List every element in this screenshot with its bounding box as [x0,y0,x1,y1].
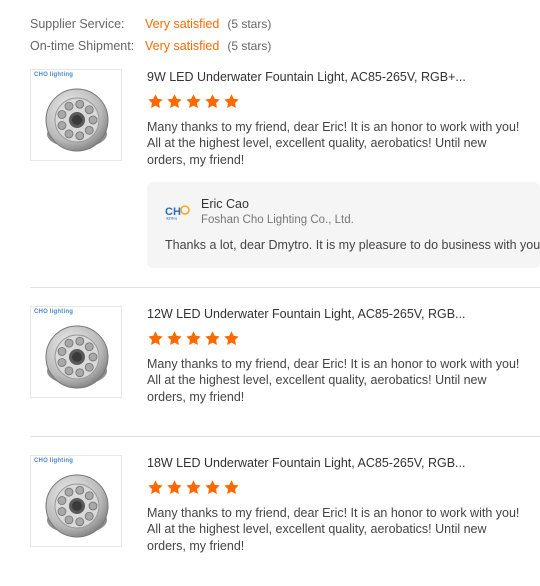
review-star-rating [147,479,540,497]
rating-value: Very satisfied [145,39,220,53]
rating-stars-text: (5 stars) [227,39,272,53]
product-title-link[interactable]: 12W LED Underwater Fountain Light, AC85-… [147,306,540,322]
divider [30,436,540,437]
fountain-light-image [45,88,109,152]
replier-company: Foshan Cho Lighting Co., Ltd. [201,214,354,226]
thumbnail-brand-logo: CHO lighting [34,458,74,464]
review-text: Many thanks to my friend, dear Eric! It … [147,357,520,404]
product-thumbnail[interactable]: CHO lighting [30,306,122,398]
rating-stars-text: (5 stars) [227,17,272,31]
review-star-rating [147,93,540,111]
rating-label: On-time Shipment: [30,39,135,53]
star-icon [224,331,239,345]
star-icon [224,480,239,494]
fountain-light-image [45,474,109,538]
product-thumbnail[interactable]: CHO lighting [30,455,122,547]
star-icon [186,331,201,345]
divider [30,287,540,288]
replier-name: Eric Cao [201,197,249,211]
product-thumbnail[interactable]: CHO lighting [30,69,122,161]
review-text: Many thanks to my friend, dear Eric! It … [147,120,520,167]
thumbnail-brand-logo: CHO lighting [34,309,74,315]
star-icon [167,331,182,345]
review-star-rating [147,330,540,348]
star-icon [148,331,163,345]
reply-text: Thanks a lot, dear Dmytro. It is my plea… [165,238,540,252]
supplier-reply: CH lighting Eric Cao Foshan Cho Lighting… [147,182,540,268]
star-icon [205,94,220,108]
supplier-service-rating: Supplier Service: Very satisfied (5 star… [30,13,271,35]
star-icon [224,94,239,108]
rating-value: Very satisfied [145,17,220,31]
star-icon [186,94,201,108]
shop-ratings: Supplier Service: Very satisfied (5 star… [30,13,271,57]
product-title-link[interactable]: 9W LED Underwater Fountain Light, AC85-2… [147,69,540,85]
review-text: Many thanks to my friend, dear Eric! It … [147,506,520,553]
star-icon [205,331,220,345]
star-icon [186,480,201,494]
company-logo-icon: CH lighting [165,205,190,221]
svg-text:lighting: lighting [166,217,177,221]
star-icon [148,480,163,494]
fountain-light-image [45,325,109,389]
star-icon [167,94,182,108]
star-icon [167,480,182,494]
star-icon [148,94,163,108]
rating-label: Supplier Service: [30,17,125,31]
thumbnail-brand-logo: CHO lighting [34,72,74,78]
star-icon [205,480,220,494]
on-time-shipment-rating: On-time Shipment: Very satisfied (5 star… [30,35,271,57]
product-title-link[interactable]: 18W LED Underwater Fountain Light, AC85-… [147,455,540,471]
